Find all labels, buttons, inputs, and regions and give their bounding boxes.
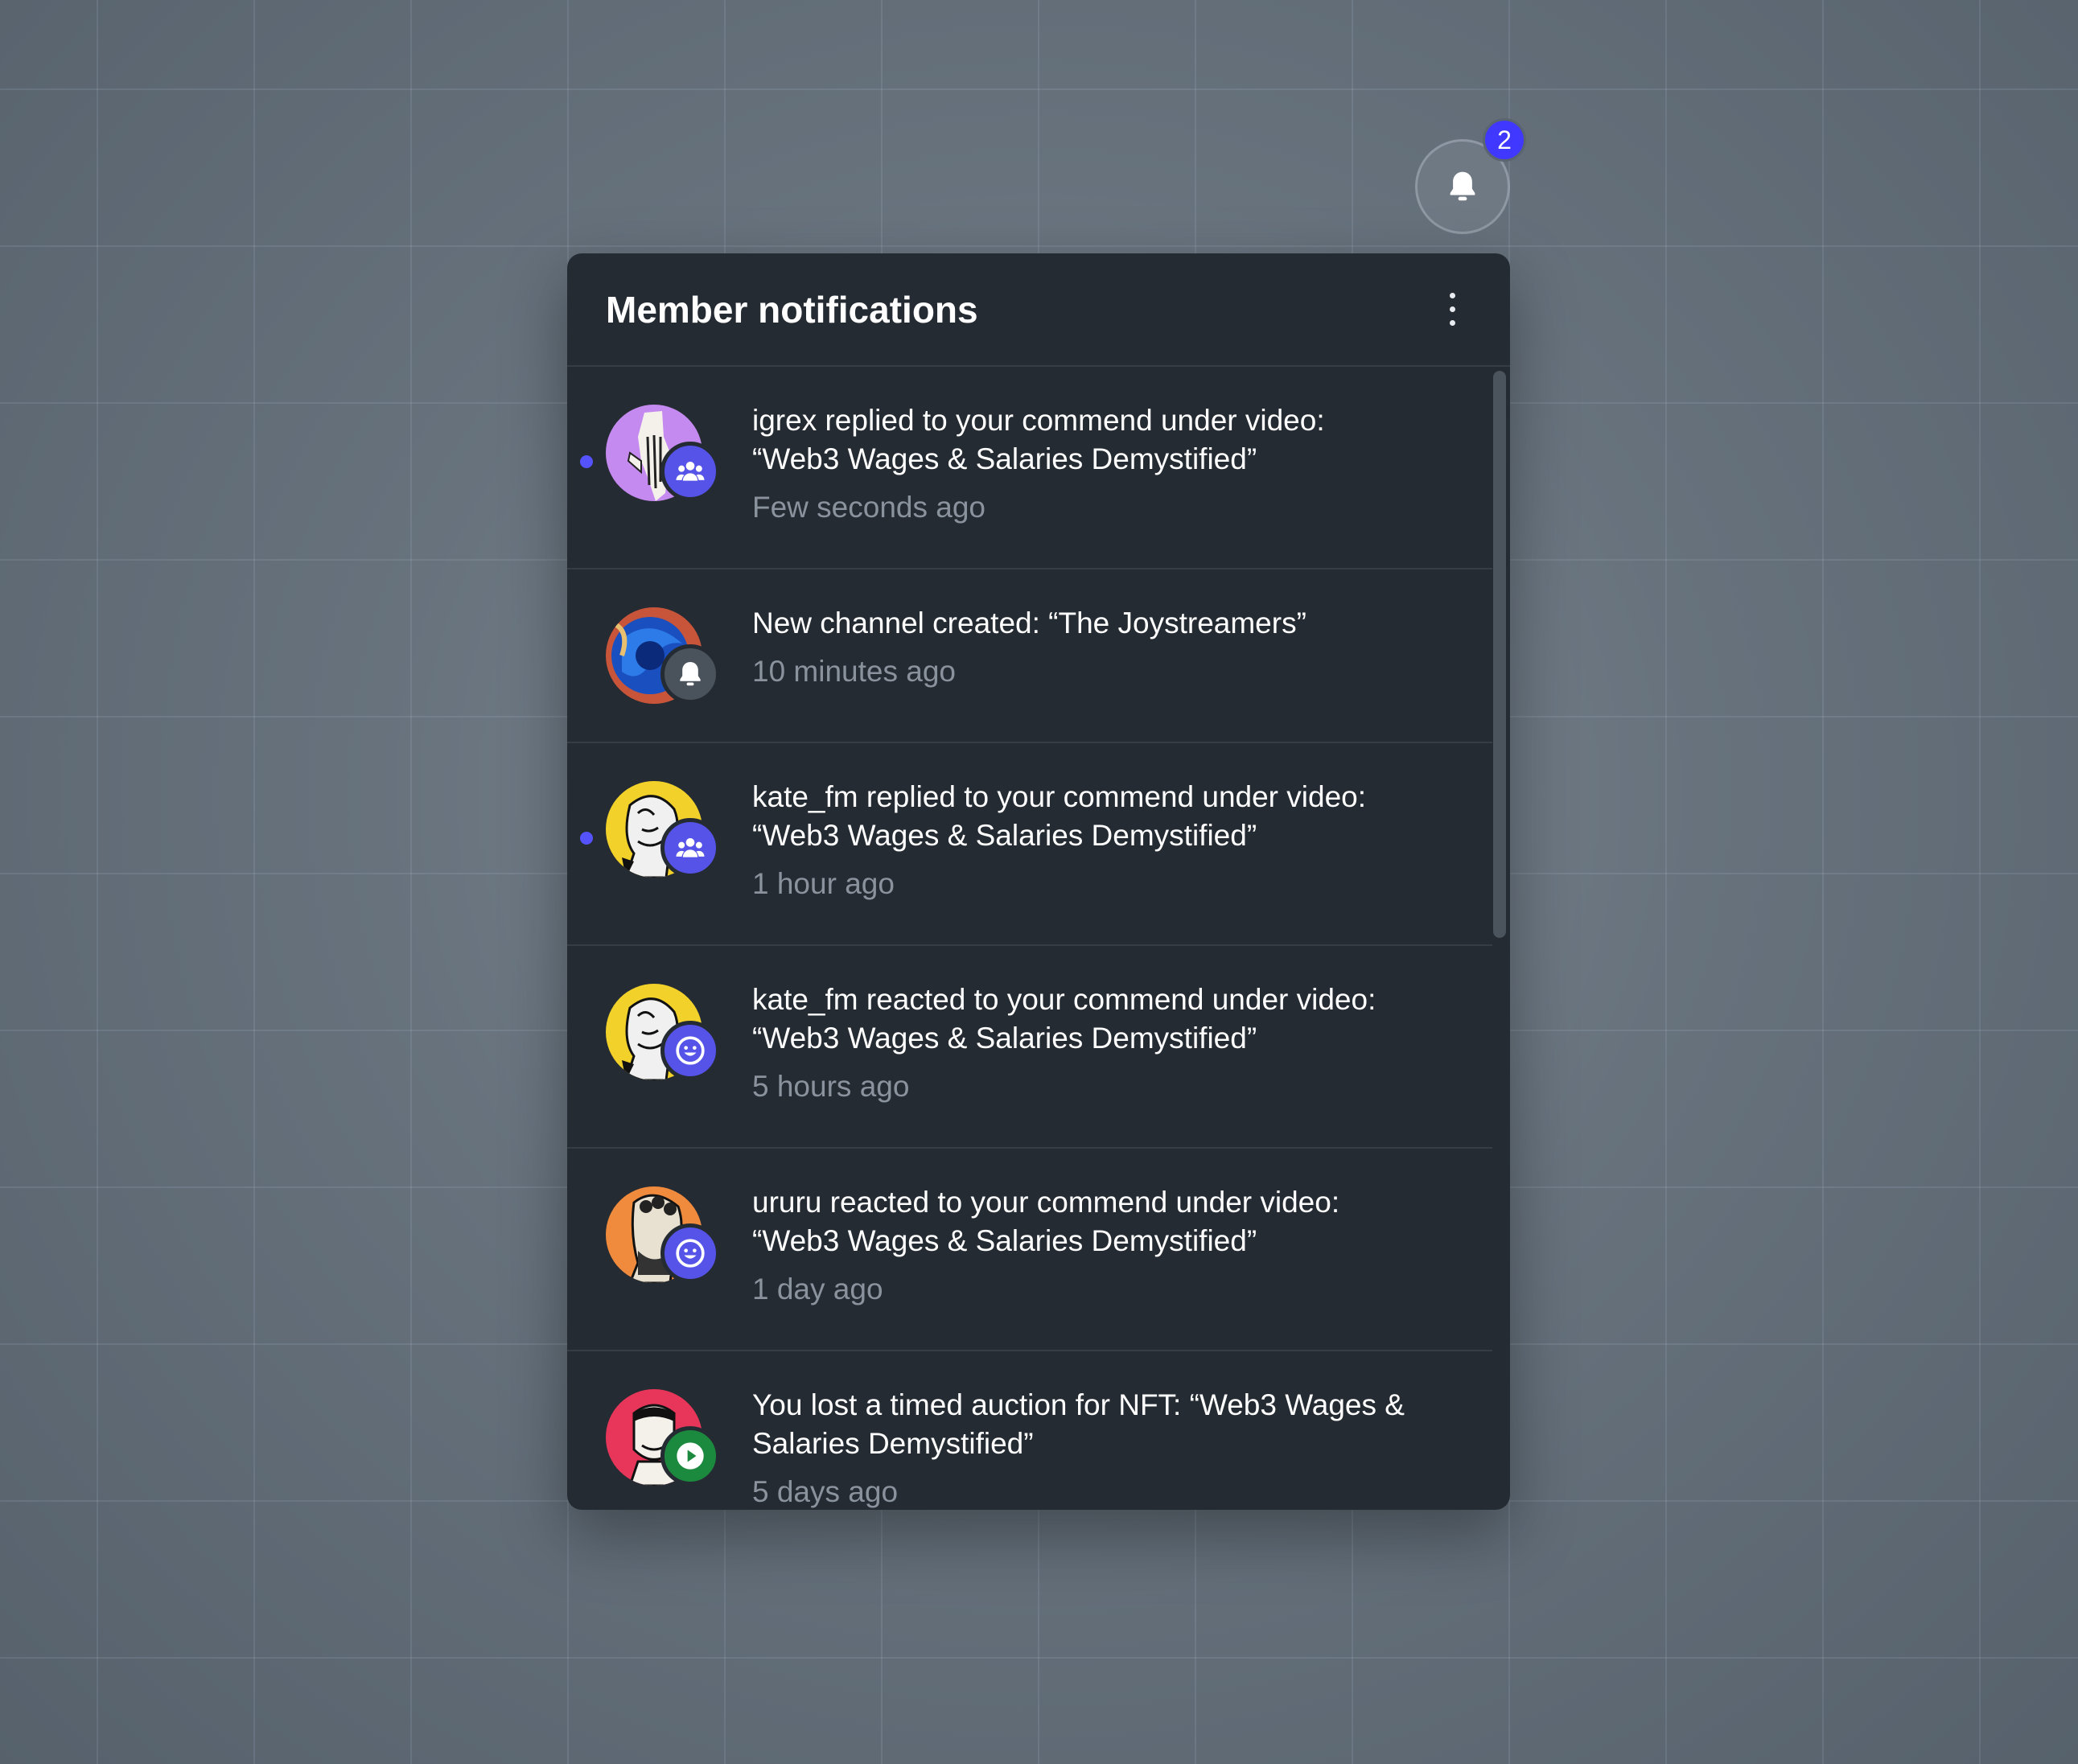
bell-icon [660, 644, 720, 704]
notification-message: kate_fm reacted to your commend under vi… [752, 983, 1376, 1016]
notification-time: 1 hour ago [752, 867, 895, 900]
notification-item[interactable]: ururu reacted to your commend under vide… [567, 1149, 1492, 1351]
kebab-menu-icon[interactable] [1434, 286, 1471, 332]
notification-message: You lost a timed auction for NFT: “Web3 … [752, 1388, 1405, 1421]
bell-icon [1450, 171, 1475, 201]
notification-list[interactable]: igrex replied to your commend under vide… [567, 367, 1492, 1510]
notification-message: igrex replied to your commend under vide… [752, 404, 1325, 437]
panel-title: Member notifications [606, 288, 978, 331]
unread-indicator [580, 455, 593, 468]
notification-message-line2: “Web3 Wages & Salaries Demystified” [752, 1022, 1257, 1055]
notification-time: Few seconds ago [752, 491, 986, 524]
unread-indicator [580, 832, 593, 845]
notification-time: 5 hours ago [752, 1070, 910, 1103]
notification-item[interactable]: kate_fm reacted to your commend under vi… [567, 946, 1492, 1149]
members-icon [660, 818, 720, 878]
notification-item[interactable]: kate_fm replied to your commend under vi… [567, 743, 1492, 946]
smiley-icon [660, 1021, 720, 1080]
notification-time: 10 minutes ago [752, 655, 957, 688]
smiley-icon [660, 1223, 720, 1283]
panel-header: Member notifications [567, 253, 1510, 367]
notification-message: kate_fm replied to your commend under vi… [752, 780, 1367, 813]
notification-item[interactable]: You lost a timed auction for NFT: “Web3 … [567, 1351, 1492, 1510]
notification-message-line2: “Web3 Wages & Salaries Demystified” [752, 442, 1257, 475]
notification-count-badge: 2 [1483, 118, 1526, 162]
notifications-panel: Member notifications igrex replied to yo… [567, 253, 1510, 1510]
members-icon [660, 442, 720, 501]
notification-message-line2: Salaries Demystified” [752, 1427, 1034, 1460]
notification-time: 1 day ago [752, 1273, 883, 1306]
notification-message: ururu reacted to your commend under vide… [752, 1186, 1340, 1219]
notification-item[interactable]: New channel created: “The Joystreamers” … [567, 569, 1492, 743]
notification-message-line2: “Web3 Wages & Salaries Demystified” [752, 1224, 1257, 1257]
scrollbar-thumb[interactable] [1493, 371, 1506, 938]
notification-message: New channel created: “The Joystreamers” [752, 607, 1306, 639]
play-icon [660, 1426, 720, 1486]
notification-item[interactable]: igrex replied to your commend under vide… [567, 367, 1492, 569]
notification-message-line2: “Web3 Wages & Salaries Demystified” [752, 819, 1257, 852]
notification-time: 5 days ago [752, 1475, 899, 1508]
